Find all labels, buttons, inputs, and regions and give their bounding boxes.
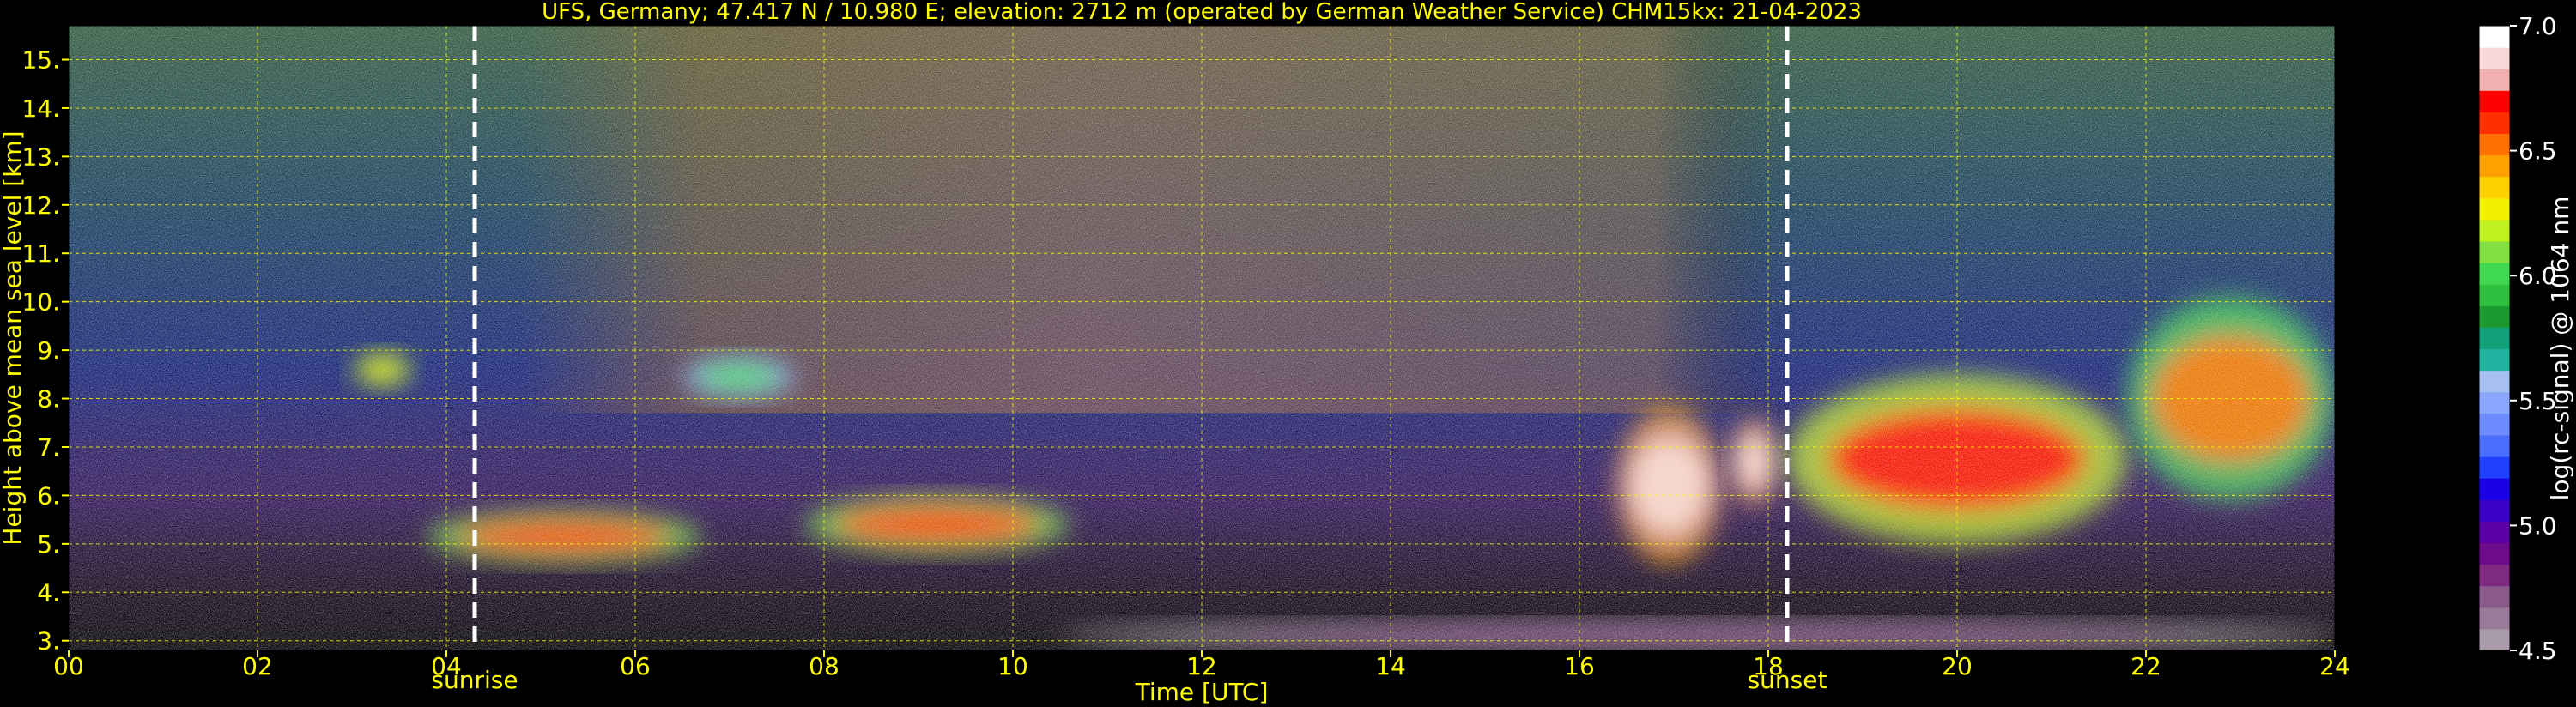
- colorbar-tick-label: 4.5: [2518, 637, 2557, 665]
- colorbar-segment: [2479, 391, 2510, 414]
- x-axis: 00 02 04 06 08 10 12 14 16 18 20 22 24: [53, 650, 2350, 680]
- x-tick-label: 22: [2131, 652, 2161, 680]
- colorbar-segment: [2479, 69, 2510, 91]
- x-tick-label: 10: [997, 652, 1028, 680]
- x-tick-label: 16: [1564, 652, 1595, 680]
- colorbar-segment: [2479, 241, 2510, 263]
- colorbar-segment: [2479, 348, 2510, 372]
- y-tick-label: 10.: [21, 288, 60, 317]
- colorbar-segment: [2479, 176, 2510, 199]
- colorbar-tick-label: 7.0: [2518, 12, 2557, 40]
- colorbar-segment: [2479, 413, 2510, 436]
- colorbar-segment: [2479, 564, 2510, 587]
- colorbar-tick-label: 5.0: [2518, 511, 2557, 540]
- colorbar-segment: [2479, 607, 2510, 630]
- x-tick-label: 00: [53, 652, 84, 680]
- colorbar-segment: [2479, 154, 2510, 178]
- y-tick-label: 14.: [21, 94, 60, 123]
- colorbar-segment: [2479, 26, 2510, 48]
- y-tick-label: 12.: [21, 191, 60, 220]
- y-tick-label: 13.: [21, 142, 60, 171]
- colorbar-segment: [2479, 370, 2510, 393]
- ceilometer-chart: 00 02 04 06 08 10 12 14 16 18 20 22 24 3.4.5.6.7.8.9…: [0, 0, 2574, 706]
- y-tick-label: 7.: [37, 433, 60, 462]
- colorbar-segment: [2479, 263, 2510, 285]
- x-tick-label: 24: [2319, 652, 2350, 680]
- colorbar-segment: [2479, 327, 2510, 350]
- x-tick-label: 14: [1375, 652, 1406, 680]
- colorbar-segment: [2479, 133, 2510, 156]
- colorbar-segment: [2479, 112, 2510, 135]
- y-tick-label: 15.: [21, 46, 60, 75]
- x-tick-label: 06: [620, 652, 651, 680]
- chart-title: UFS, Germany; 47.417 N / 10.980 E; eleva…: [542, 0, 1862, 25]
- colorbar: 4.55.05.56.06.57.0: [2478, 12, 2557, 665]
- x-tick-label: 20: [1942, 652, 1973, 680]
- y-tick-label: 6.: [37, 481, 60, 510]
- colorbar-tick-label: 6.5: [2518, 137, 2557, 166]
- colorbar-segment: [2479, 434, 2510, 457]
- y-tick-label: 11.: [21, 239, 60, 268]
- x-tick-label: 12: [1186, 652, 1217, 680]
- colorbar-title: log(rc-signal) @ 1064 nm: [2546, 196, 2574, 501]
- colorbar-segment: [2479, 284, 2510, 306]
- event-label-sunrise: sunrise: [431, 666, 518, 694]
- y-axis: 3. 4. 5. 6. 7. 8. 9. 10. 11. 12. 13. 14. 15.: [21, 46, 69, 656]
- colorbar-segment: [2479, 219, 2510, 242]
- colorbar-segment: [2479, 47, 2510, 69]
- x-axis-title: Time [UTC]: [1135, 678, 1269, 706]
- colorbar-segment: [2479, 628, 2510, 651]
- event-label-sunset: sunset: [1748, 666, 1827, 694]
- x-tick-label: 02: [242, 652, 273, 680]
- colorbar-segment: [2479, 499, 2510, 522]
- colorbar-segment: [2479, 90, 2510, 112]
- y-axis-title: Height above mean sea level [km]: [0, 130, 27, 545]
- colorbar-segment: [2479, 521, 2510, 543]
- colorbar-segment: [2479, 585, 2510, 608]
- y-tick-label: 9.: [37, 336, 60, 365]
- colorbar-segment: [2479, 305, 2510, 328]
- plot-area: [69, 26, 2335, 650]
- y-tick-label: 3.: [37, 627, 60, 656]
- colorbar-segment: [2479, 456, 2510, 479]
- colorbar-segment: [2479, 478, 2510, 500]
- y-tick-label: 8.: [37, 385, 60, 414]
- y-tick-label: 4.: [37, 578, 60, 607]
- x-tick-label: 08: [809, 652, 839, 680]
- y-tick-label: 5.: [37, 530, 60, 559]
- colorbar-segment: [2479, 542, 2510, 565]
- colorbar-segment: [2479, 197, 2510, 221]
